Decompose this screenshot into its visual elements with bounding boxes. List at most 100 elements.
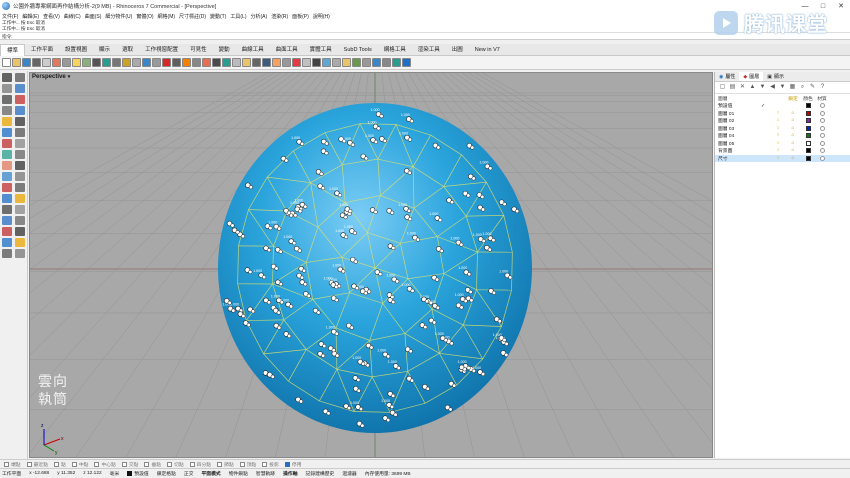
toolbar-icon[interactable] bbox=[242, 58, 251, 67]
help-icon[interactable]: ? bbox=[819, 84, 826, 91]
layer-states-icon[interactable]: ▦ bbox=[789, 84, 796, 91]
delete-layer-icon[interactable]: ✕ bbox=[739, 84, 746, 91]
menu-item[interactable]: 編輯(E) bbox=[20, 13, 41, 20]
toolbar-icon[interactable] bbox=[72, 58, 81, 67]
material-dot[interactable] bbox=[819, 148, 825, 154]
layer-color[interactable] bbox=[801, 110, 815, 116]
tool-icon[interactable] bbox=[15, 216, 25, 225]
layer-color[interactable] bbox=[801, 125, 815, 131]
checkbox[interactable] bbox=[284, 461, 290, 467]
material-dot[interactable] bbox=[819, 118, 825, 124]
toolbar-icon[interactable] bbox=[262, 58, 271, 67]
menu-item[interactable]: 變動(T) bbox=[208, 13, 228, 20]
layer-color[interactable] bbox=[801, 103, 815, 109]
toolbar-icon[interactable] bbox=[302, 58, 311, 67]
osnap-item[interactable]: 頂點 bbox=[239, 461, 256, 468]
tools-icon[interactable]: ✎ bbox=[809, 84, 816, 91]
chevron-down-icon[interactable]: ▾ bbox=[68, 74, 71, 80]
toolbar-tab[interactable]: SubD Tools bbox=[338, 44, 378, 56]
tool-icon[interactable] bbox=[15, 128, 25, 137]
layer-material[interactable] bbox=[815, 118, 829, 124]
color-swatch[interactable] bbox=[805, 103, 811, 109]
menu-item[interactable]: 工具(L) bbox=[228, 13, 248, 20]
toolbar-tab[interactable]: 渲染工具 bbox=[412, 44, 446, 56]
layer-row[interactable]: 圖層 02 ♀ ⌂ bbox=[715, 117, 850, 125]
menu-item[interactable]: 查看(V) bbox=[41, 13, 62, 20]
toolbar-tab[interactable]: 網格工具 bbox=[378, 44, 412, 56]
material-dot[interactable] bbox=[819, 133, 825, 139]
osnap-item[interactable]: 點 bbox=[54, 461, 66, 468]
lock-icon[interactable]: ⌂ bbox=[785, 111, 801, 116]
toolbar-tab[interactable]: 出圖 bbox=[446, 44, 469, 56]
toolbar-icon[interactable] bbox=[142, 58, 151, 67]
toolbar-icon[interactable] bbox=[222, 58, 231, 67]
color-swatch[interactable] bbox=[805, 118, 811, 124]
toolbar-tab[interactable]: 可見性 bbox=[184, 44, 213, 56]
menu-item[interactable]: 渲染(R) bbox=[269, 13, 290, 20]
toolbar-icon[interactable] bbox=[152, 58, 161, 67]
new-sublayer-icon[interactable]: ▤ bbox=[729, 84, 736, 91]
toolbar-icon[interactable] bbox=[22, 58, 31, 67]
checkbox[interactable] bbox=[26, 461, 32, 467]
tool-icon[interactable] bbox=[2, 161, 12, 170]
color-swatch[interactable] bbox=[805, 148, 811, 154]
layer-color[interactable] bbox=[801, 133, 815, 139]
toolbar-tab[interactable]: 標準 bbox=[0, 43, 26, 56]
osnap-item[interactable]: 節點 bbox=[217, 461, 234, 468]
tool-icon[interactable] bbox=[2, 95, 12, 104]
status-toggle[interactable]: 物件鎖點 bbox=[229, 470, 248, 477]
material-dot[interactable] bbox=[819, 155, 825, 161]
osnap-item[interactable]: 中心點 bbox=[94, 461, 116, 468]
status-cplane[interactable]: 工作平面 bbox=[2, 470, 21, 477]
tool-icon[interactable] bbox=[2, 238, 12, 247]
tool-icon[interactable] bbox=[15, 161, 25, 170]
toolbar-tab[interactable]: 工作視窗配置 bbox=[139, 44, 184, 56]
material-dot[interactable] bbox=[819, 140, 825, 146]
tool-icon[interactable] bbox=[15, 183, 25, 192]
tool-icon[interactable] bbox=[15, 106, 25, 115]
tab-display[interactable]: ▣ 顯示 bbox=[763, 72, 788, 81]
close-button[interactable]: ✕ bbox=[832, 0, 850, 12]
material-dot[interactable] bbox=[819, 110, 825, 116]
filter-icon[interactable]: ▼ bbox=[779, 84, 786, 91]
tool-icon[interactable] bbox=[15, 205, 25, 214]
checkbox[interactable] bbox=[121, 461, 127, 467]
toolbar-icon[interactable] bbox=[132, 58, 141, 67]
toolbar-icon[interactable] bbox=[122, 58, 131, 67]
tool-icon[interactable] bbox=[15, 227, 25, 236]
status-toggle[interactable]: 過濾器 bbox=[342, 470, 356, 477]
checkbox[interactable] bbox=[4, 461, 9, 467]
lock-icon[interactable]: ⌂ bbox=[785, 118, 801, 123]
toolbar-icon[interactable] bbox=[272, 58, 281, 67]
toolbar-icon[interactable] bbox=[372, 58, 381, 67]
tool-icon[interactable] bbox=[15, 249, 25, 258]
toolbar-icon[interactable] bbox=[342, 58, 351, 67]
osnap-item[interactable]: 中點 bbox=[71, 461, 88, 468]
menu-item[interactable]: 分析(A) bbox=[249, 13, 270, 20]
tool-icon[interactable] bbox=[2, 194, 12, 203]
tool-icon[interactable] bbox=[2, 150, 12, 159]
toolbar-icon[interactable] bbox=[102, 58, 111, 67]
color-swatch[interactable] bbox=[805, 140, 811, 146]
layer-row[interactable]: 尺寸 ♀ ⌂ bbox=[715, 154, 850, 162]
status-toggle[interactable]: 操作軸 bbox=[283, 470, 297, 477]
bulb-icon[interactable]: ♀ bbox=[771, 118, 785, 123]
tool-icon[interactable] bbox=[2, 216, 12, 225]
toolbar-icon[interactable] bbox=[112, 58, 121, 67]
viewport-name[interactable]: Perspective bbox=[32, 74, 66, 80]
lock-icon[interactable]: ⌂ bbox=[785, 156, 801, 161]
tool-icon[interactable] bbox=[15, 117, 25, 126]
toolbar-tab[interactable]: New in V7 bbox=[469, 44, 506, 56]
tool-icon[interactable] bbox=[15, 73, 25, 82]
toolbar-icon[interactable] bbox=[322, 58, 331, 67]
lock-icon[interactable]: ⌂ bbox=[785, 126, 801, 131]
toolbar-tab[interactable]: 曲面工具 bbox=[270, 44, 304, 56]
layer-color[interactable] bbox=[801, 148, 815, 154]
tool-icon[interactable] bbox=[15, 194, 25, 203]
status-toggle[interactable]: 鎖定格點 bbox=[157, 470, 176, 477]
tool-icon[interactable] bbox=[2, 172, 12, 181]
checkbox[interactable] bbox=[239, 461, 245, 467]
osnap-item[interactable]: 切點 bbox=[167, 461, 184, 468]
osnap-item[interactable]: 垂點 bbox=[144, 461, 161, 468]
menu-item[interactable]: 細分物件(U) bbox=[103, 13, 134, 20]
